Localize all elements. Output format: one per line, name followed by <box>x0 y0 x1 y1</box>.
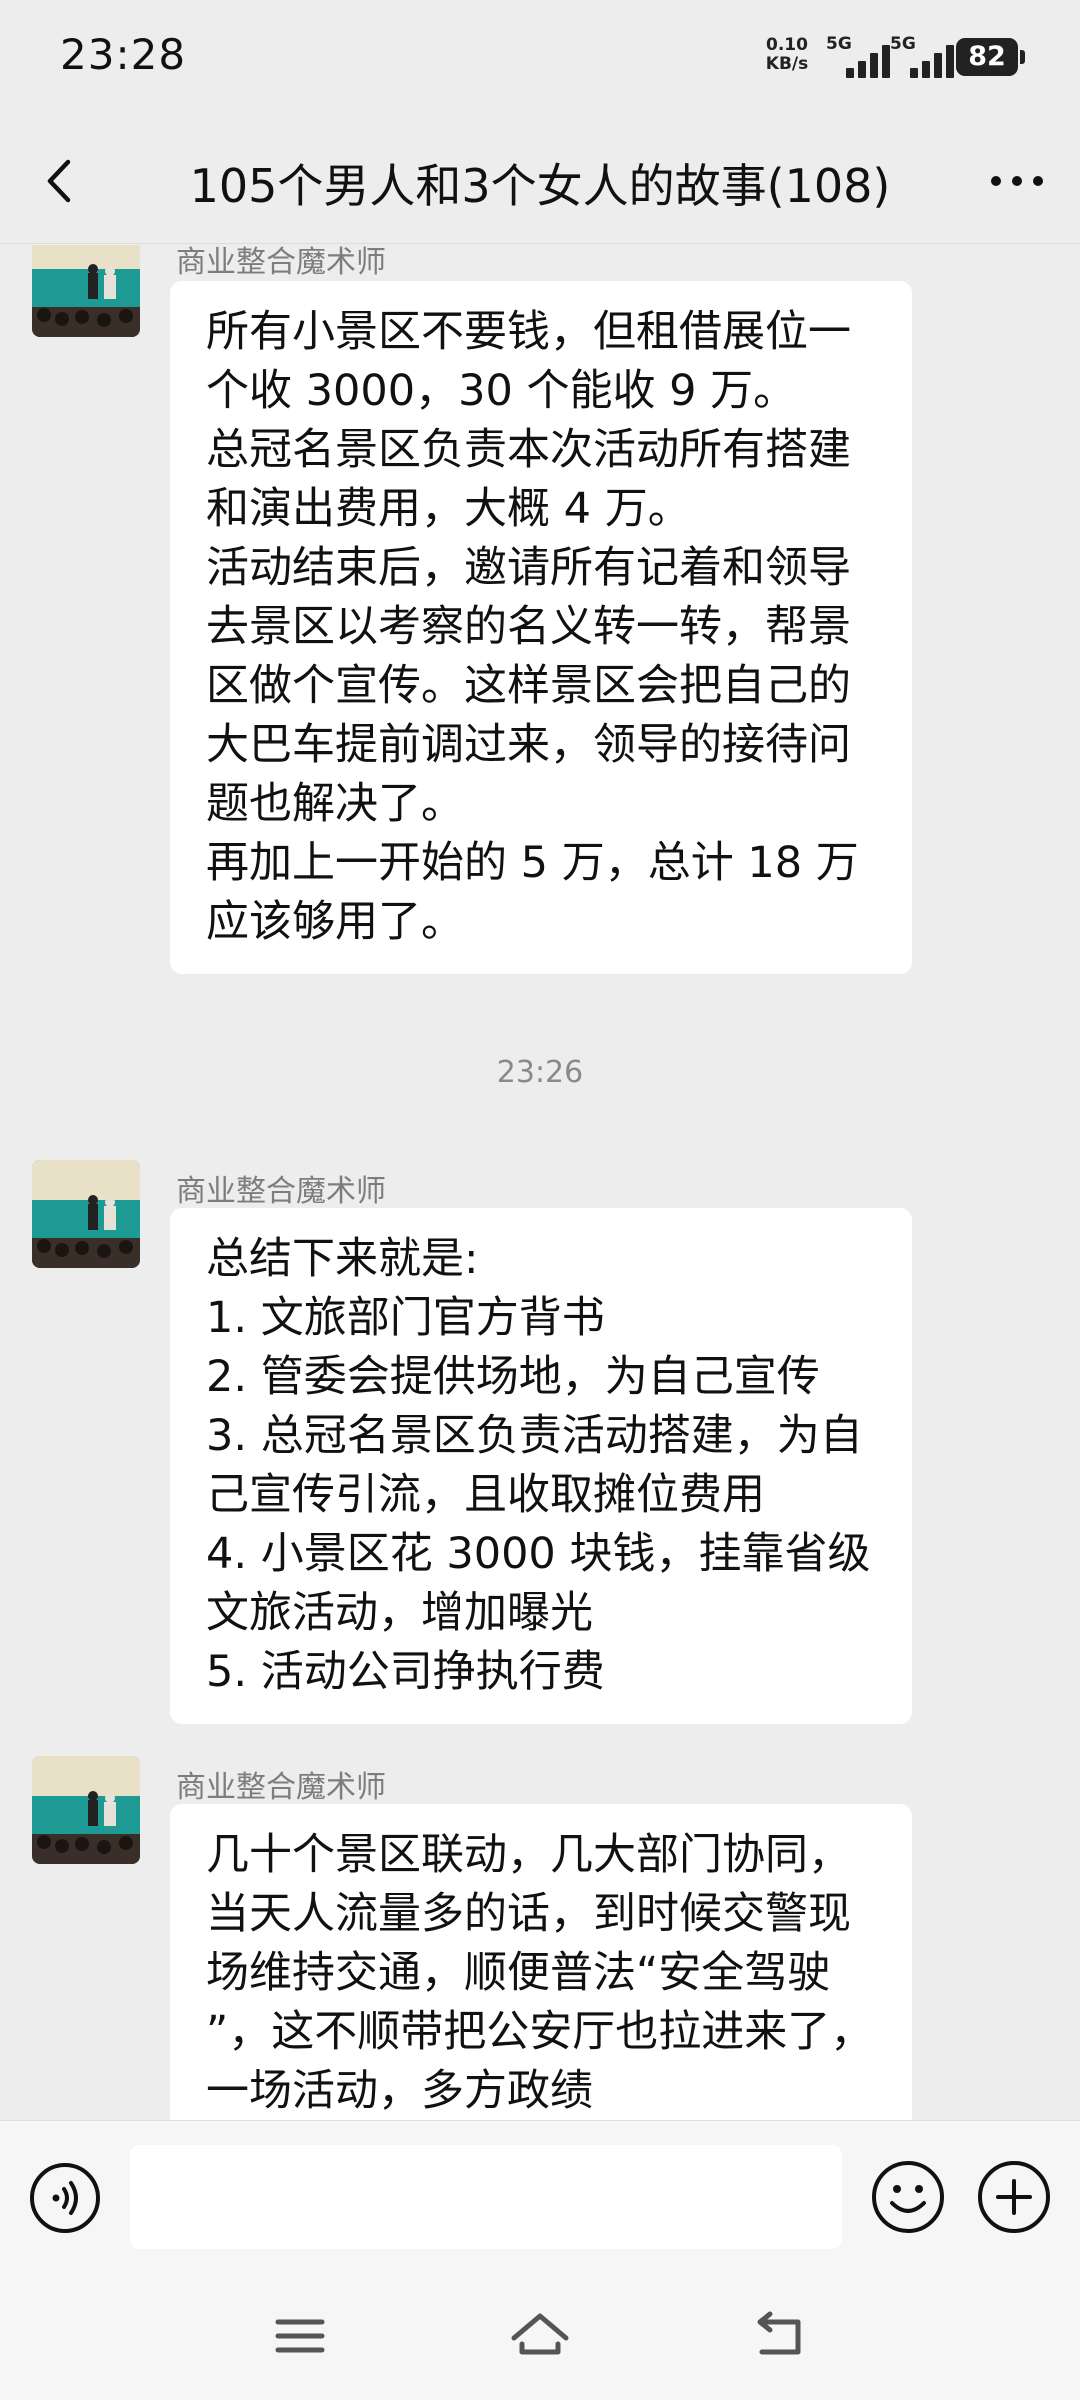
message-bubble[interactable]: 几十个景区联动，几大部门协同， 当天人流量多的话，到时候交警现 场维持交通，顺便… <box>170 1804 912 2120</box>
message-line: ”，这不顺带把公安厅也拉进来了， <box>206 2007 874 2057</box>
sender-name: 商业整合魔术师 <box>176 1174 386 1209</box>
avatar-image <box>32 1160 140 1268</box>
network-speed: 0.10 KB/s <box>762 36 812 74</box>
chevron-left-icon <box>47 159 71 203</box>
battery-indicator: 82 <box>956 38 1025 76</box>
home-button[interactable] <box>508 2304 572 2368</box>
message-line: 3. 总冠名景区负责活动搭建，为自 <box>206 1411 863 1461</box>
avatar-image <box>32 245 140 337</box>
emoji-button[interactable] <box>870 2159 946 2235</box>
message-line: 大巴车提前调过来，领导的接待问 <box>206 720 851 770</box>
status-bar: 23:28 0.10 KB/s 5G 5G 82 <box>0 0 1080 118</box>
chat-input-bar <box>0 2120 1080 2272</box>
message-line: 和演出费用，大概 4 万。 <box>206 484 691 534</box>
message-bubble[interactable]: 所有小景区不要钱，但租借展位一 个收 3000，30 个能收 9 万。 总冠名景… <box>170 281 912 974</box>
message-line: 再加上一开始的 5 万，总计 18 万 <box>206 838 859 888</box>
message-input[interactable] <box>130 2145 842 2249</box>
network-speed-value: 0.10 <box>766 35 808 55</box>
back-button[interactable] <box>36 156 86 206</box>
chat-timestamp: 23:26 <box>496 1055 584 1090</box>
message-line: 文旅活动，增加曝光 <box>206 1588 593 1638</box>
message-line: 场维持交通，顺便普法“安全驾驶 <box>206 1948 831 1998</box>
message-line: 个收 3000，30 个能收 9 万。 <box>206 366 797 416</box>
message-line: 2. 管委会提供场地，为自己宣传 <box>206 1352 820 1402</box>
message-line: 总结下来就是: <box>206 1234 479 1284</box>
avatar[interactable] <box>32 245 140 337</box>
message-line: 几十个景区联动，几大部门协同， <box>206 1830 851 1880</box>
plus-icon <box>978 2161 1050 2233</box>
chat-title: 105个男人和3个女人的故事(108) <box>189 159 891 213</box>
message-line: 去景区以考察的名义转一转，帮景 <box>206 602 851 652</box>
signal-2-icon: 5G <box>890 34 956 78</box>
status-time: 23:28 <box>60 30 187 79</box>
message-line: 4. 小景区花 3000 块钱，挂靠省级 <box>206 1529 871 1579</box>
message-line: 己宣传引流，且收取摊位费用 <box>206 1470 765 1520</box>
more-button[interactable] <box>982 156 1052 206</box>
message-line: 所有小景区不要钱，但租借展位一 <box>206 307 851 357</box>
avatar[interactable] <box>32 1160 140 1268</box>
message-line: 题也解决了。 <box>206 779 464 829</box>
emoji-icon <box>872 2161 944 2233</box>
home-icon <box>511 2313 569 2355</box>
more-functions-button[interactable] <box>976 2159 1052 2235</box>
message-list[interactable]: 商业整合魔术师 所有小景区不要钱，但租借展位一 个收 3000，30 个能收 9… <box>0 245 1080 2120</box>
network-speed-unit: KB/s <box>765 54 809 74</box>
message-bubble[interactable]: 总结下来就是: 1. 文旅部门官方背书 2. 管委会提供场地，为自己宣传 3. … <box>170 1208 912 1724</box>
menu-icon <box>275 2319 325 2353</box>
signal-1-icon: 5G <box>826 34 892 78</box>
message-line: 区做个宣传。这样景区会把自己的 <box>206 661 851 711</box>
voice-button[interactable] <box>28 2161 102 2235</box>
back-arrow-icon <box>757 2311 801 2355</box>
message-line: 一场活动，多方政绩 <box>206 2066 593 2116</box>
message-line: 活动结束后，邀请所有记着和领导 <box>206 543 851 593</box>
chat-header: 105个男人和3个女人的故事(108) <box>0 118 1080 244</box>
message-line: 1. 文旅部门官方背书 <box>206 1293 605 1343</box>
more-dots-icon <box>991 176 1043 186</box>
sender-name: 商业整合魔术师 <box>176 1770 386 1805</box>
back-nav-button[interactable] <box>748 2304 812 2368</box>
voice-icon <box>30 2163 100 2233</box>
message-line: 应该够用了。 <box>206 897 464 947</box>
message-line: 总冠名景区负责本次活动所有搭建 <box>206 425 851 475</box>
message-line: 当天人流量多的话，到时候交警现 <box>206 1889 851 1939</box>
message-line: 5. 活动公司挣执行费 <box>206 1647 605 1697</box>
avatar[interactable] <box>32 1756 140 1864</box>
menu-button[interactable] <box>268 2304 332 2368</box>
system-nav-bar <box>0 2272 1080 2400</box>
avatar-image <box>32 1756 140 1864</box>
sender-name: 商业整合魔术师 <box>176 245 386 280</box>
